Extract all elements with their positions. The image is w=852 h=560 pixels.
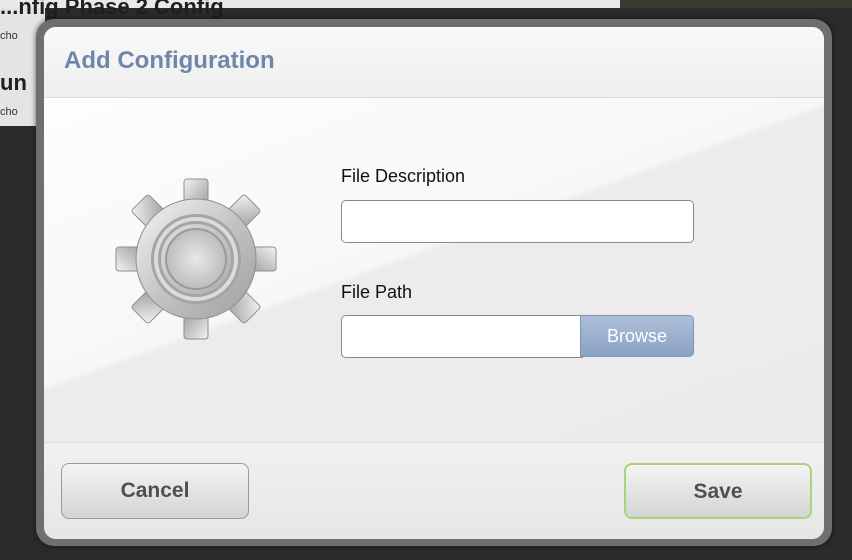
- gear-icon: [112, 175, 280, 343]
- save-button[interactable]: Save: [624, 463, 812, 519]
- browse-button[interactable]: Browse: [580, 315, 694, 357]
- dialog-title: Add Configuration: [64, 47, 275, 74]
- file-path-input[interactable]: [341, 315, 583, 358]
- background-top-strip-dark: [620, 0, 852, 8]
- background-item-subtitle: cho: [0, 106, 18, 118]
- file-path-label: File Path: [341, 282, 413, 302]
- file-description-label: File Description: [341, 166, 466, 186]
- add-configuration-dialog: Add Configuration File Description File …: [44, 27, 824, 539]
- cancel-button[interactable]: Cancel: [61, 463, 249, 519]
- background-item-title: un: [0, 70, 27, 95]
- dialog-header: Add Configuration: [44, 27, 824, 98]
- background-item-subtitle: cho: [0, 30, 18, 42]
- file-description-input[interactable]: [341, 200, 694, 243]
- background-item-title: ...nfig Phase 2 Config: [0, 0, 224, 19]
